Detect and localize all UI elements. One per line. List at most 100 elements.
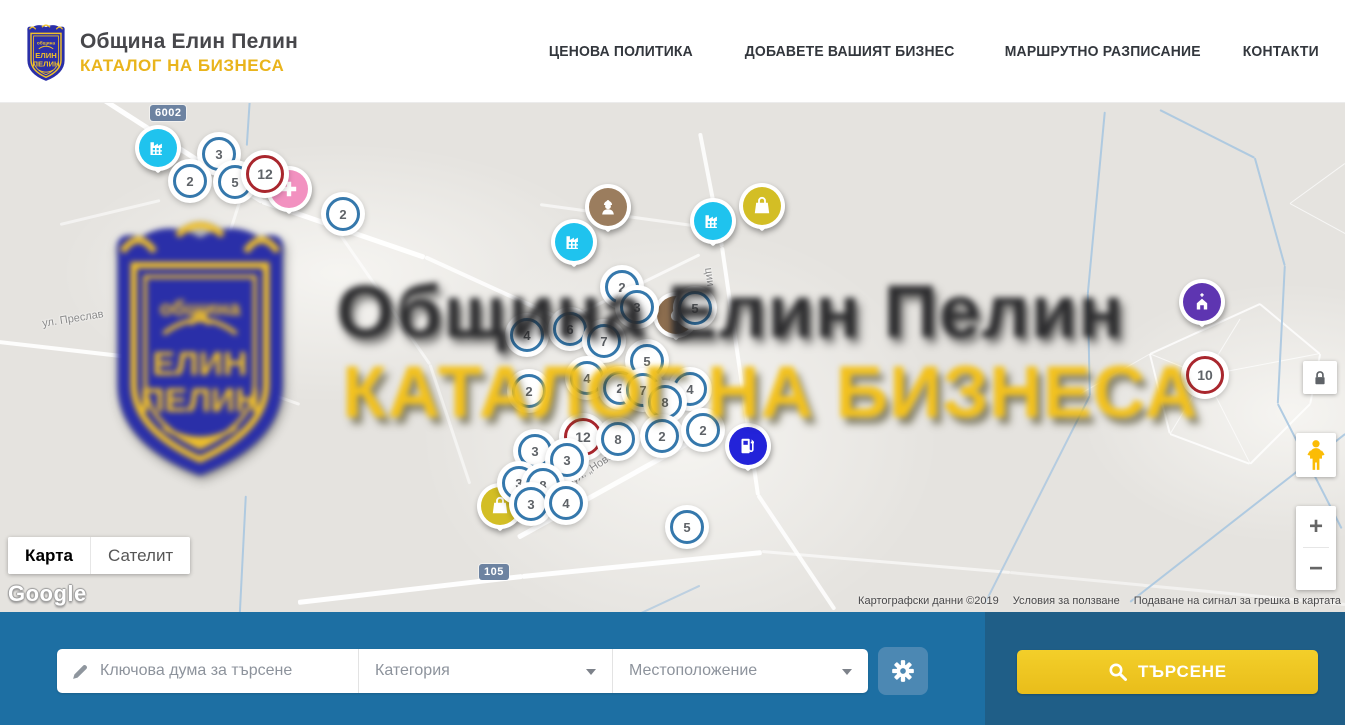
map-line bbox=[246, 103, 251, 146]
fuel-icon bbox=[729, 427, 767, 465]
cluster-marker[interactable]: 2 bbox=[173, 164, 207, 198]
category-dropdown-label: Категория bbox=[375, 662, 450, 680]
cluster-marker[interactable]: 4 bbox=[570, 361, 604, 395]
cluster-marker[interactable]: 8 bbox=[601, 422, 635, 456]
svg-text:община: община bbox=[37, 40, 56, 47]
category-pin[interactable] bbox=[690, 198, 736, 258]
church-icon bbox=[1183, 283, 1221, 321]
cluster-marker[interactable]: 8 bbox=[648, 385, 682, 419]
cluster-marker[interactable]: 3 bbox=[550, 443, 584, 477]
shopping-bag-icon bbox=[743, 187, 781, 225]
zoom-out-button[interactable]: − bbox=[1296, 548, 1336, 589]
svg-text:ПЕЛИН: ПЕЛИН bbox=[140, 381, 259, 419]
gear-icon bbox=[890, 658, 916, 684]
nav-item-add-business[interactable]: ДОБАВЕТЕ ВАШИЯТ БИЗНЕС bbox=[745, 43, 955, 60]
municipality-crest-icon: община ЕЛИН ПЕЛИН bbox=[22, 22, 70, 84]
category-pin[interactable] bbox=[1179, 279, 1225, 339]
site-header: община ЕЛИН ПЕЛИН Община Елин Пелин КАТА… bbox=[0, 0, 1345, 103]
street-label: ул. Преслав bbox=[41, 308, 104, 330]
map-line bbox=[1087, 112, 1106, 294]
cluster-marker[interactable]: 5 bbox=[678, 291, 712, 325]
map-line bbox=[762, 550, 1010, 574]
map-type-control: Карта Сателит bbox=[8, 537, 190, 574]
attribution-report-link[interactable]: Подаване на сигнал за грешка в картата bbox=[1134, 595, 1341, 607]
keyword-search-input[interactable] bbox=[100, 662, 350, 680]
map-urban-patch bbox=[420, 223, 940, 612]
zoom-in-button[interactable]: + bbox=[1296, 506, 1336, 547]
main-nav: ЦЕНОВА ПОЛИТИКА ДОБАВЕТЕ ВАШИЯТ БИЗНЕС М… bbox=[538, 0, 1319, 103]
road-number-badge: 105 bbox=[479, 564, 509, 580]
category-pin[interactable] bbox=[739, 183, 785, 243]
map-line bbox=[1277, 266, 1286, 404]
category-dropdown[interactable]: Категория bbox=[358, 649, 612, 693]
chevron-down-icon bbox=[842, 669, 852, 675]
cluster-marker[interactable]: 10 bbox=[1186, 356, 1224, 394]
location-dropdown[interactable]: Местоположение bbox=[612, 649, 868, 693]
cluster-marker[interactable]: 3 bbox=[620, 290, 654, 324]
nav-item-route-schedule[interactable]: МАРШРУТНО РАЗПИСАНИЕ bbox=[1005, 43, 1201, 60]
map-line bbox=[0, 339, 182, 365]
nav-item-contacts[interactable]: КОНТАКТИ bbox=[1243, 43, 1319, 60]
map-line bbox=[522, 550, 762, 579]
keyword-field-section bbox=[57, 649, 358, 693]
cluster-marker[interactable]: 2 bbox=[326, 197, 360, 231]
zoom-control: + − bbox=[1296, 506, 1336, 590]
map-line bbox=[640, 585, 701, 612]
factory-icon bbox=[139, 129, 177, 167]
street-view-pegman[interactable] bbox=[1296, 433, 1336, 477]
category-pin[interactable] bbox=[725, 423, 771, 483]
svg-text:ПЕЛИН: ПЕЛИН bbox=[33, 59, 60, 68]
map-lock-control[interactable] bbox=[1303, 361, 1337, 394]
site-logo[interactable]: община ЕЛИН ПЕЛИН Община Елин Пелин КАТА… bbox=[22, 22, 298, 84]
advanced-search-button[interactable] bbox=[878, 647, 928, 695]
cluster-marker[interactable]: 6 bbox=[553, 312, 587, 346]
search-button-label: ТЪРСЕНЕ bbox=[1138, 662, 1227, 682]
satellite-view-button[interactable]: Сателит bbox=[90, 537, 190, 574]
cluster-marker[interactable]: 2 bbox=[512, 374, 546, 408]
search-fields-group: Категория Местоположение bbox=[57, 649, 868, 693]
pencil-icon bbox=[71, 662, 90, 681]
cluster-marker[interactable]: 12 bbox=[246, 155, 284, 193]
cluster-marker[interactable]: 5 bbox=[670, 510, 704, 544]
map-line bbox=[1259, 303, 1320, 354]
nav-item-pricing[interactable]: ЦЕНОВА ПОЛИТИКА bbox=[549, 43, 693, 60]
pegman-icon bbox=[1303, 439, 1329, 471]
category-pin[interactable] bbox=[551, 219, 597, 279]
map-attribution: Картографски данни ©2019 Условия за полз… bbox=[858, 595, 1341, 607]
cluster-marker[interactable]: 7 bbox=[587, 324, 621, 358]
map-line bbox=[1160, 109, 1256, 158]
location-dropdown-label: Местоположение bbox=[629, 662, 757, 680]
map-line bbox=[429, 364, 472, 485]
page-subtitle: КАТАЛОГ НА БИЗНЕСА bbox=[80, 56, 298, 76]
factory-icon bbox=[555, 223, 593, 261]
cluster-marker[interactable]: 2 bbox=[645, 419, 679, 453]
google-map[interactable]: 6002105 ул. Преславбул. „Новоселции bbox=[0, 103, 1345, 612]
factory-icon bbox=[694, 202, 732, 240]
cluster-marker[interactable]: 4 bbox=[510, 318, 544, 352]
map-line bbox=[1290, 203, 1345, 234]
cluster-marker[interactable]: 3 bbox=[518, 434, 552, 468]
search-bar: Категория Местоположение bbox=[0, 612, 1345, 725]
padlock-icon bbox=[1310, 368, 1330, 388]
page-title: Община Елин Пелин bbox=[80, 30, 298, 54]
road-number-badge: 6002 bbox=[150, 105, 186, 121]
watermark-subtitle: КАТАЛОГ НА БИЗНЕСА bbox=[342, 351, 1198, 434]
google-logo[interactable]: Google bbox=[8, 581, 87, 607]
map-line bbox=[1087, 294, 1091, 396]
map-line bbox=[1254, 158, 1286, 266]
map-line bbox=[181, 361, 300, 406]
attribution-copyright: Картографски данни ©2019 bbox=[858, 595, 999, 607]
watermark-crest: община ЕЛИН ПЕЛИН bbox=[85, 215, 315, 489]
svg-text:ЕЛИН: ЕЛИН bbox=[153, 345, 248, 383]
cluster-marker[interactable]: 4 bbox=[549, 486, 583, 520]
map-line bbox=[1290, 163, 1345, 204]
map-line bbox=[424, 255, 566, 323]
map-view-button[interactable]: Карта bbox=[8, 537, 90, 574]
search-icon bbox=[1108, 662, 1128, 682]
attribution-terms-link[interactable]: Условия за ползване bbox=[1013, 595, 1120, 607]
cluster-marker[interactable]: 2 bbox=[686, 413, 720, 447]
search-submit-button[interactable]: ТЪРСЕНЕ bbox=[1017, 650, 1318, 694]
chevron-down-icon bbox=[586, 669, 596, 675]
street-label: ции bbox=[702, 267, 716, 287]
cluster-marker[interactable]: 3 bbox=[514, 487, 548, 521]
